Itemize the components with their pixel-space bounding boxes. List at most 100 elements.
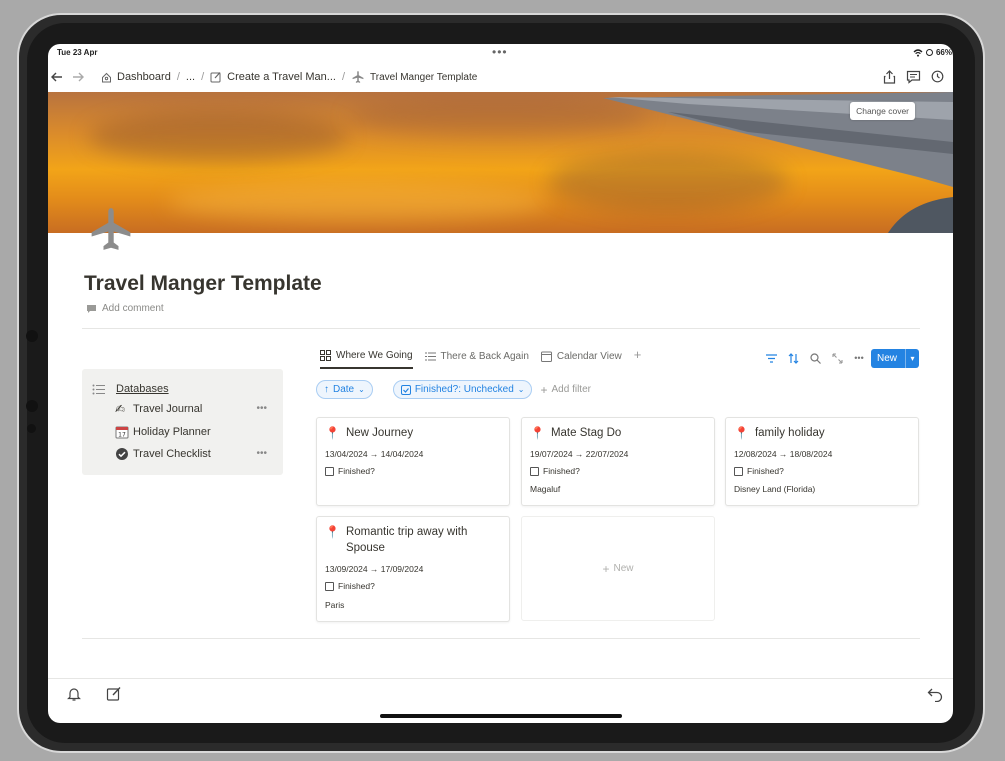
database-item-travel-journal[interactable]: ✍ Travel Journal (115, 402, 202, 416)
card-checkbox[interactable]: Finished? (530, 466, 580, 476)
sort-chip-date[interactable]: ↑ Date ⌄ (316, 380, 373, 399)
view-toolbar: ••• (765, 352, 865, 364)
database-item-travel-checklist[interactable]: Travel Checklist (115, 447, 211, 461)
status-bar: Tue 23 Apr ••• 66% (48, 44, 953, 61)
checkbox-icon[interactable] (325, 466, 334, 476)
breadcrumb-label: Travel Manger Template (370, 71, 478, 83)
divider (82, 638, 920, 639)
gallery-icon (320, 350, 331, 361)
search-icon[interactable] (809, 352, 821, 364)
cover-image: Change cover (48, 92, 953, 233)
status-time: Tue 23 Apr (57, 48, 98, 57)
card-title: New Journey (345, 427, 414, 439)
gallery-card[interactable]: 📍 New Journey 13/04/2024 → 14/04/2024 Fi… (316, 417, 510, 506)
databases-panel: Databases ✍ Travel Journal ••• 17 Holida… (82, 369, 283, 475)
pin-icon: 📍 (530, 426, 545, 440)
databases-heading[interactable]: Databases (92, 383, 169, 395)
card-title-row: 📍 New Journey (325, 425, 501, 441)
plane-page-icon[interactable] (86, 204, 136, 254)
camera-dot (26, 330, 38, 342)
breadcrumb-create-travel[interactable]: Create a Travel Man... (210, 71, 336, 83)
filter-icon[interactable] (765, 352, 777, 364)
card-dates: 12/08/2024 → 18/08/2024 (734, 449, 833, 459)
checkbox-icon[interactable] (325, 581, 334, 591)
forward-arrow-icon[interactable] (71, 70, 85, 87)
tab-calendar-view[interactable]: Calendar View (540, 350, 622, 369)
card-checkbox[interactable]: Finished? (325, 581, 375, 591)
battery-icon (925, 49, 933, 56)
card-location: Magaluf (530, 484, 561, 494)
database-item-label: Travel Journal (133, 403, 203, 415)
gallery-card[interactable]: 📍 Mate Stag Do 19/07/2024 → 22/07/2024 F… (521, 417, 715, 506)
gallery-card[interactable]: 📍 family holiday 12/08/2024 → 18/08/2024… (725, 417, 919, 506)
breadcrumb: Dashboard / ... / Create a Travel Man...… (101, 70, 477, 84)
share-icon[interactable] (882, 69, 897, 84)
status-indicators: 66% (913, 48, 952, 57)
expand-icon[interactable] (831, 352, 843, 364)
gallery-card[interactable]: 📍 Romantic trip away with Spouse 13/09/2… (316, 516, 510, 622)
card-title-row: 📍 Mate Stag Do (530, 425, 706, 441)
bell-icon[interactable] (66, 686, 82, 702)
checkbox-icon (400, 384, 411, 395)
breadcrumb-dashboard[interactable]: Dashboard (101, 71, 171, 83)
breadcrumb-current-page[interactable]: Travel Manger Template (351, 70, 477, 84)
more-options-icon[interactable]: ••• (256, 403, 267, 414)
more-dots-icon[interactable]: ••• (492, 45, 508, 59)
sort-icon[interactable] (787, 352, 799, 364)
card-title: family holiday (754, 427, 825, 439)
checkbox-label: Finished? (747, 466, 784, 476)
sort-chip-label: Date (333, 384, 355, 395)
pin-icon: 📍 (325, 525, 340, 539)
card-dates: 19/07/2024 → 22/07/2024 (530, 449, 629, 459)
compose-icon[interactable] (106, 686, 122, 702)
more-options-icon[interactable]: ••• (853, 352, 865, 364)
screen: Tue 23 Apr ••• 66% Dashboard / ... / Cre… (48, 44, 953, 723)
chevron-down-icon: ⌄ (517, 385, 525, 394)
page-title[interactable]: Travel Manger Template (84, 272, 322, 296)
back-arrow-icon[interactable] (50, 70, 64, 87)
add-view-icon[interactable]: + (634, 347, 642, 369)
add-comment-button[interactable]: Add comment (86, 303, 164, 314)
card-location: Paris (325, 600, 345, 610)
list-icon (424, 352, 436, 361)
chevron-down-icon[interactable]: ▾ (905, 349, 919, 368)
battery-level: 66% (935, 48, 952, 57)
breadcrumb-label: Dashboard (117, 71, 171, 83)
checkbox-label: Finished? (543, 466, 580, 476)
plus-icon: + (602, 561, 610, 576)
pin-icon: 📍 (325, 426, 340, 440)
card-title-row: 📍 Romantic trip away with Spouse (325, 524, 495, 556)
database-item-holiday-planner[interactable]: 17 Holiday Planner (115, 425, 211, 439)
card-dates: 13/04/2024 → 14/04/2024 (325, 449, 424, 459)
history-clock-icon[interactable] (930, 69, 945, 84)
calendar-icon (540, 351, 552, 362)
new-button-label: New (877, 353, 898, 364)
breadcrumb-separator: / (201, 71, 205, 83)
change-cover-button[interactable]: Change cover (850, 102, 915, 120)
new-card-button[interactable]: + New (521, 516, 715, 621)
divider (82, 328, 920, 329)
new-button[interactable]: New ▾ (871, 349, 919, 368)
tab-there-and-back-again[interactable]: There & Back Again (424, 350, 529, 369)
checkbox-icon[interactable] (530, 466, 539, 476)
comments-icon[interactable] (906, 69, 921, 84)
home-indicator[interactable] (380, 714, 622, 718)
filter-chip-finished[interactable]: Finished?: Unchecked ⌄ (392, 380, 533, 399)
add-filter-label: Add filter (551, 384, 591, 395)
checkbox-icon[interactable] (734, 466, 743, 476)
plane-icon (352, 71, 364, 83)
checkbox-label: Finished? (338, 581, 375, 591)
new-card-label: New (613, 563, 634, 574)
writing-hand-icon: ✍ (115, 402, 126, 416)
databases-title: Databases (116, 383, 169, 395)
card-checkbox[interactable]: Finished? (325, 466, 375, 476)
add-comment-label: Add comment (102, 303, 164, 314)
undo-icon[interactable] (927, 686, 943, 703)
card-checkbox[interactable]: Finished? (734, 466, 784, 476)
tab-where-we-going[interactable]: Where We Going (320, 350, 413, 369)
add-filter-button[interactable]: + Add filter (540, 383, 590, 397)
chevron-down-icon: ⌄ (358, 385, 365, 394)
more-options-icon[interactable]: ••• (256, 448, 267, 459)
breadcrumb-ellipsis[interactable]: ... (186, 71, 195, 83)
wifi-icon (913, 48, 923, 57)
